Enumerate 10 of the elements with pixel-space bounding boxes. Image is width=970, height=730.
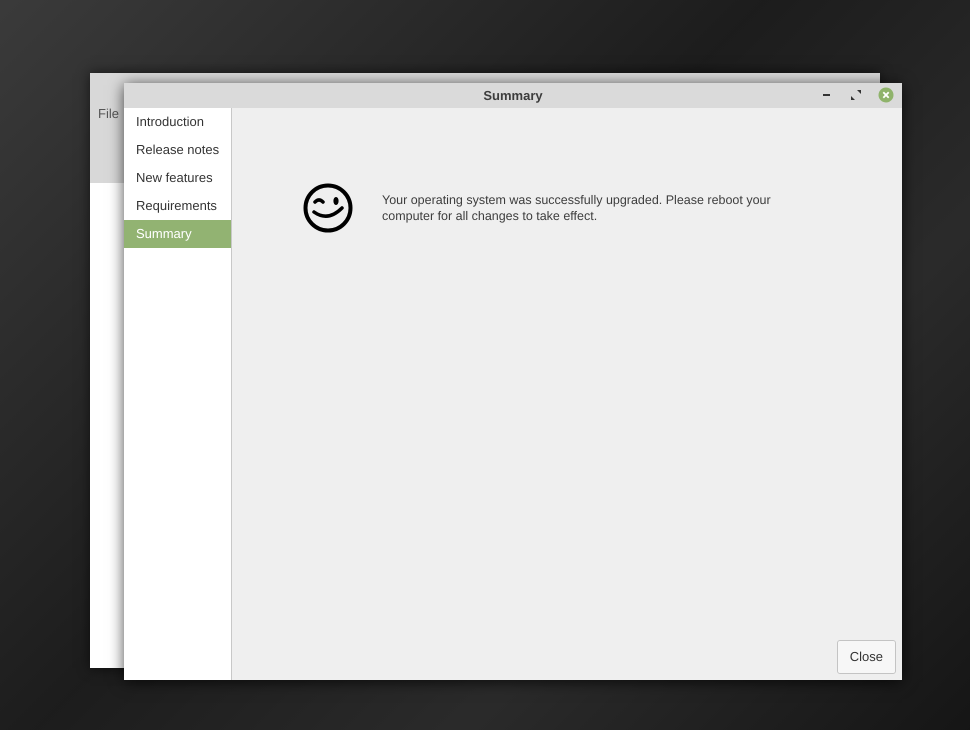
sidebar-item[interactable]: Introduction <box>124 108 231 136</box>
close-button[interactable]: Close <box>836 640 896 674</box>
menu-item[interactable]: File <box>98 104 119 124</box>
success-message: Your operating system was successfully upgraded. Please reboot your computer for all changes to take effect. <box>382 192 772 224</box>
sidebar-item[interactable]: Requirements <box>124 192 231 220</box>
window-title: Summary <box>483 86 543 105</box>
winking-face-icon <box>302 182 354 234</box>
maximize-icon[interactable] <box>848 87 864 103</box>
sidebar-item[interactable]: New features <box>124 164 231 192</box>
sidebar-item[interactable]: Release notes <box>124 136 231 164</box>
